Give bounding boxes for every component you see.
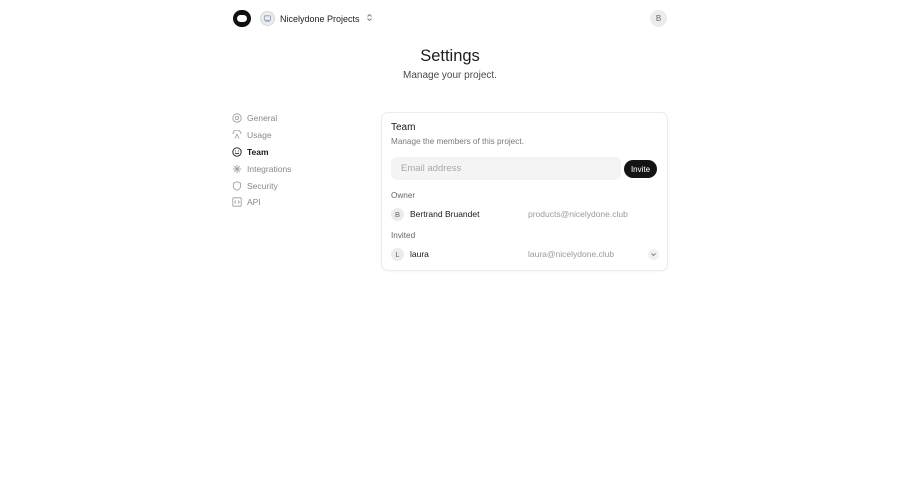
sidebar-item-label: Integrations — [247, 163, 292, 174]
project-avatar-icon — [260, 11, 275, 26]
team-card-description: Manage the members of this project. — [391, 137, 524, 146]
member-email: laura@nicelydone.club — [528, 249, 615, 259]
member-name: Bertrand Bruandet — [410, 209, 480, 219]
sidebar-item-label: Usage — [247, 130, 272, 141]
avatar: B — [391, 207, 404, 221]
sidebar-item-label: General — [247, 113, 278, 124]
invite-button[interactable]: Invite — [624, 160, 657, 178]
owner-section-label: Owner — [391, 191, 416, 200]
code-icon — [232, 197, 242, 207]
invited-section-label: Invited — [391, 231, 416, 240]
sidebar-item-integrations[interactable]: Integrations — [232, 160, 352, 177]
team-card: Team Manage the members of this project.… — [381, 112, 668, 271]
sidebar-item-label: Team — [247, 146, 269, 157]
top-bar: Nicelydone Projects B — [0, 0, 900, 38]
email-input[interactable] — [391, 157, 621, 180]
member-email: products@nicelydone.club — [528, 209, 628, 219]
user-avatar[interactable]: B — [650, 10, 667, 27]
sidebar-item-general[interactable]: General — [232, 110, 352, 127]
usage-icon — [232, 130, 242, 140]
sidebar-item-api[interactable]: API — [232, 194, 352, 211]
gear-icon — [232, 113, 242, 123]
invited-row: L laura laura@nicelydone.club — [391, 247, 659, 261]
sidebar-item-security[interactable]: Security — [232, 177, 352, 194]
sidebar-item-team[interactable]: Team — [232, 144, 352, 161]
chevron-up-down-icon — [366, 13, 373, 24]
page-subtitle: Manage your project. — [403, 70, 497, 81]
smiley-icon — [232, 147, 242, 157]
settings-sidebar: General Usage Team Integrations Security… — [232, 110, 352, 211]
sidebar-item-usage[interactable]: Usage — [232, 127, 352, 144]
project-name: Nicelydone Projects — [280, 13, 360, 24]
sidebar-item-label: API — [247, 197, 261, 208]
chevron-down-icon[interactable] — [648, 249, 659, 260]
project-switcher[interactable]: Nicelydone Projects — [260, 10, 373, 27]
sidebar-item-label: Security — [247, 180, 278, 191]
member-name: laura — [410, 249, 429, 259]
page-title: Settings — [420, 47, 480, 65]
avatar: L — [391, 247, 404, 261]
owner-row: B Bertrand Bruandet products@nicelydone.… — [391, 207, 659, 221]
team-card-title: Team — [391, 122, 416, 133]
logo-icon[interactable] — [233, 10, 251, 27]
shield-icon — [232, 180, 242, 191]
sparkle-icon — [232, 164, 242, 174]
